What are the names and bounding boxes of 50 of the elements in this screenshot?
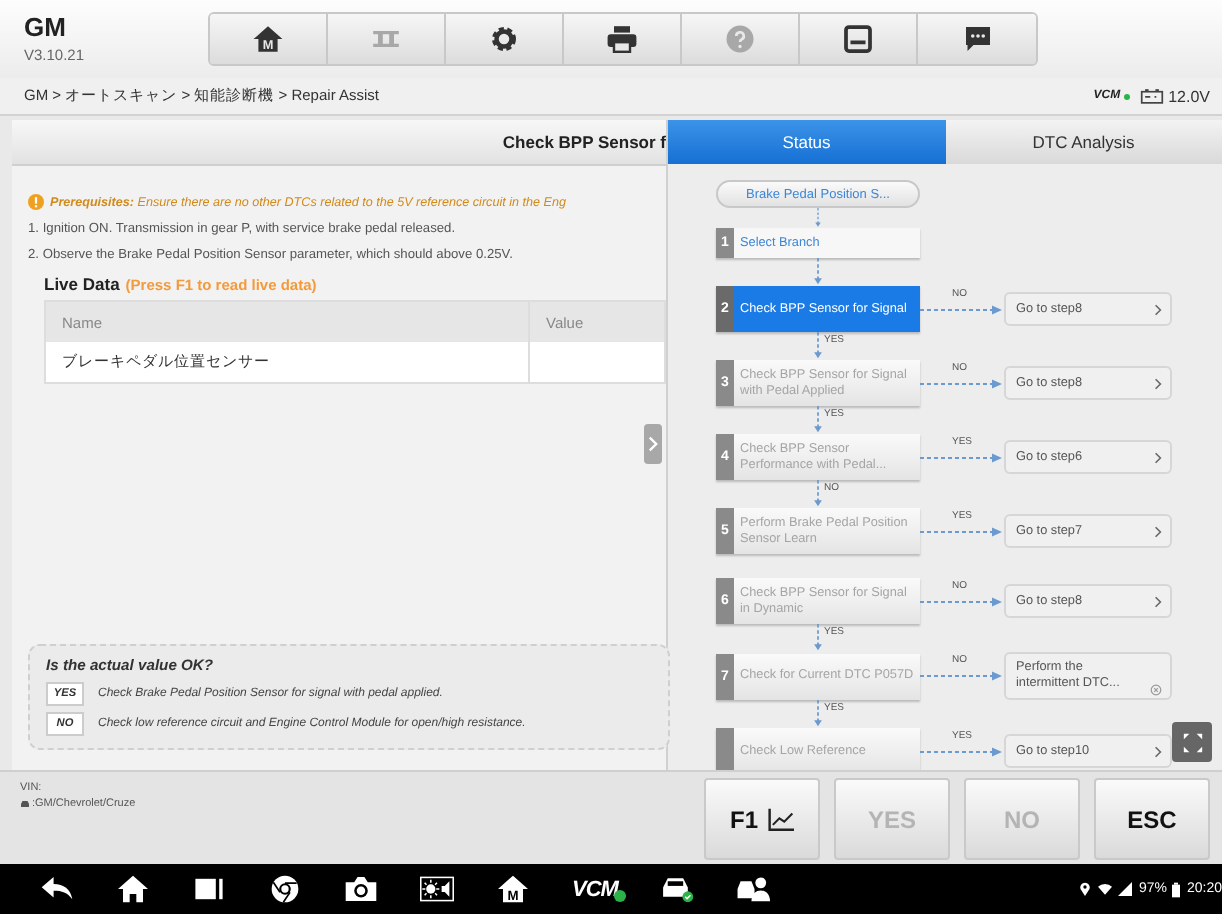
connector-arrow [920, 303, 1004, 316]
toolbar-button[interactable] [918, 14, 1036, 65]
toolbar-button[interactable] [800, 14, 918, 65]
message-icon [961, 24, 993, 55]
toolbar-button[interactable] [564, 14, 682, 65]
recent-apps-icon[interactable] [192, 874, 226, 905]
voltage-reading: 12.0V [1168, 87, 1210, 106]
battery-icon [1172, 881, 1181, 898]
chevron-icon [648, 436, 658, 453]
app-title: GM [24, 14, 68, 43]
tab[interactable]: DTC Analysis [945, 120, 1222, 165]
action-button[interactable]: ESC [1094, 778, 1210, 861]
location-icon [1078, 882, 1093, 897]
car-battery-icon [1140, 88, 1165, 105]
line-chart-icon [768, 807, 794, 832]
warning-icon [28, 194, 44, 211]
chevron-icon [1154, 595, 1162, 608]
settings-icon [488, 24, 520, 55]
print-icon [606, 24, 638, 55]
signal-icon [1118, 882, 1133, 897]
toolbar-button[interactable] [446, 14, 564, 65]
connector-arrow [920, 377, 1004, 390]
chevron-icon [1154, 525, 1162, 538]
step-title: Check BPP Sensor f [502, 132, 666, 153]
live-data-title: Live Data [44, 274, 120, 295]
connector-arrow [920, 451, 1004, 464]
connector-arrow [920, 670, 1004, 683]
wifi-icon [1098, 882, 1113, 897]
chevron-icon [1154, 451, 1162, 464]
camera-icon[interactable] [344, 874, 378, 905]
brightness-icon[interactable] [420, 874, 454, 905]
car-icon [20, 800, 30, 809]
expand-icon [1181, 731, 1203, 754]
connector-arrow [920, 745, 1004, 758]
connector-arrow [920, 525, 1004, 538]
help-icon [724, 24, 756, 55]
tab[interactable]: Status [668, 120, 945, 165]
browser-icon[interactable] [268, 874, 302, 905]
action-button[interactable]: F1 [704, 778, 820, 861]
chevron-icon [1154, 377, 1162, 390]
expand-button[interactable] [1172, 722, 1212, 763]
close-icon [1150, 684, 1162, 697]
car-icon[interactable] [659, 874, 694, 905]
home-icon[interactable] [116, 874, 150, 905]
person-car-icon[interactable] [735, 874, 770, 905]
connector-arrow [920, 595, 1004, 608]
chevron-icon [1154, 303, 1162, 316]
chevron-icon [1154, 745, 1162, 758]
collapse-handle[interactable] [644, 424, 662, 465]
save-icon [842, 24, 874, 55]
